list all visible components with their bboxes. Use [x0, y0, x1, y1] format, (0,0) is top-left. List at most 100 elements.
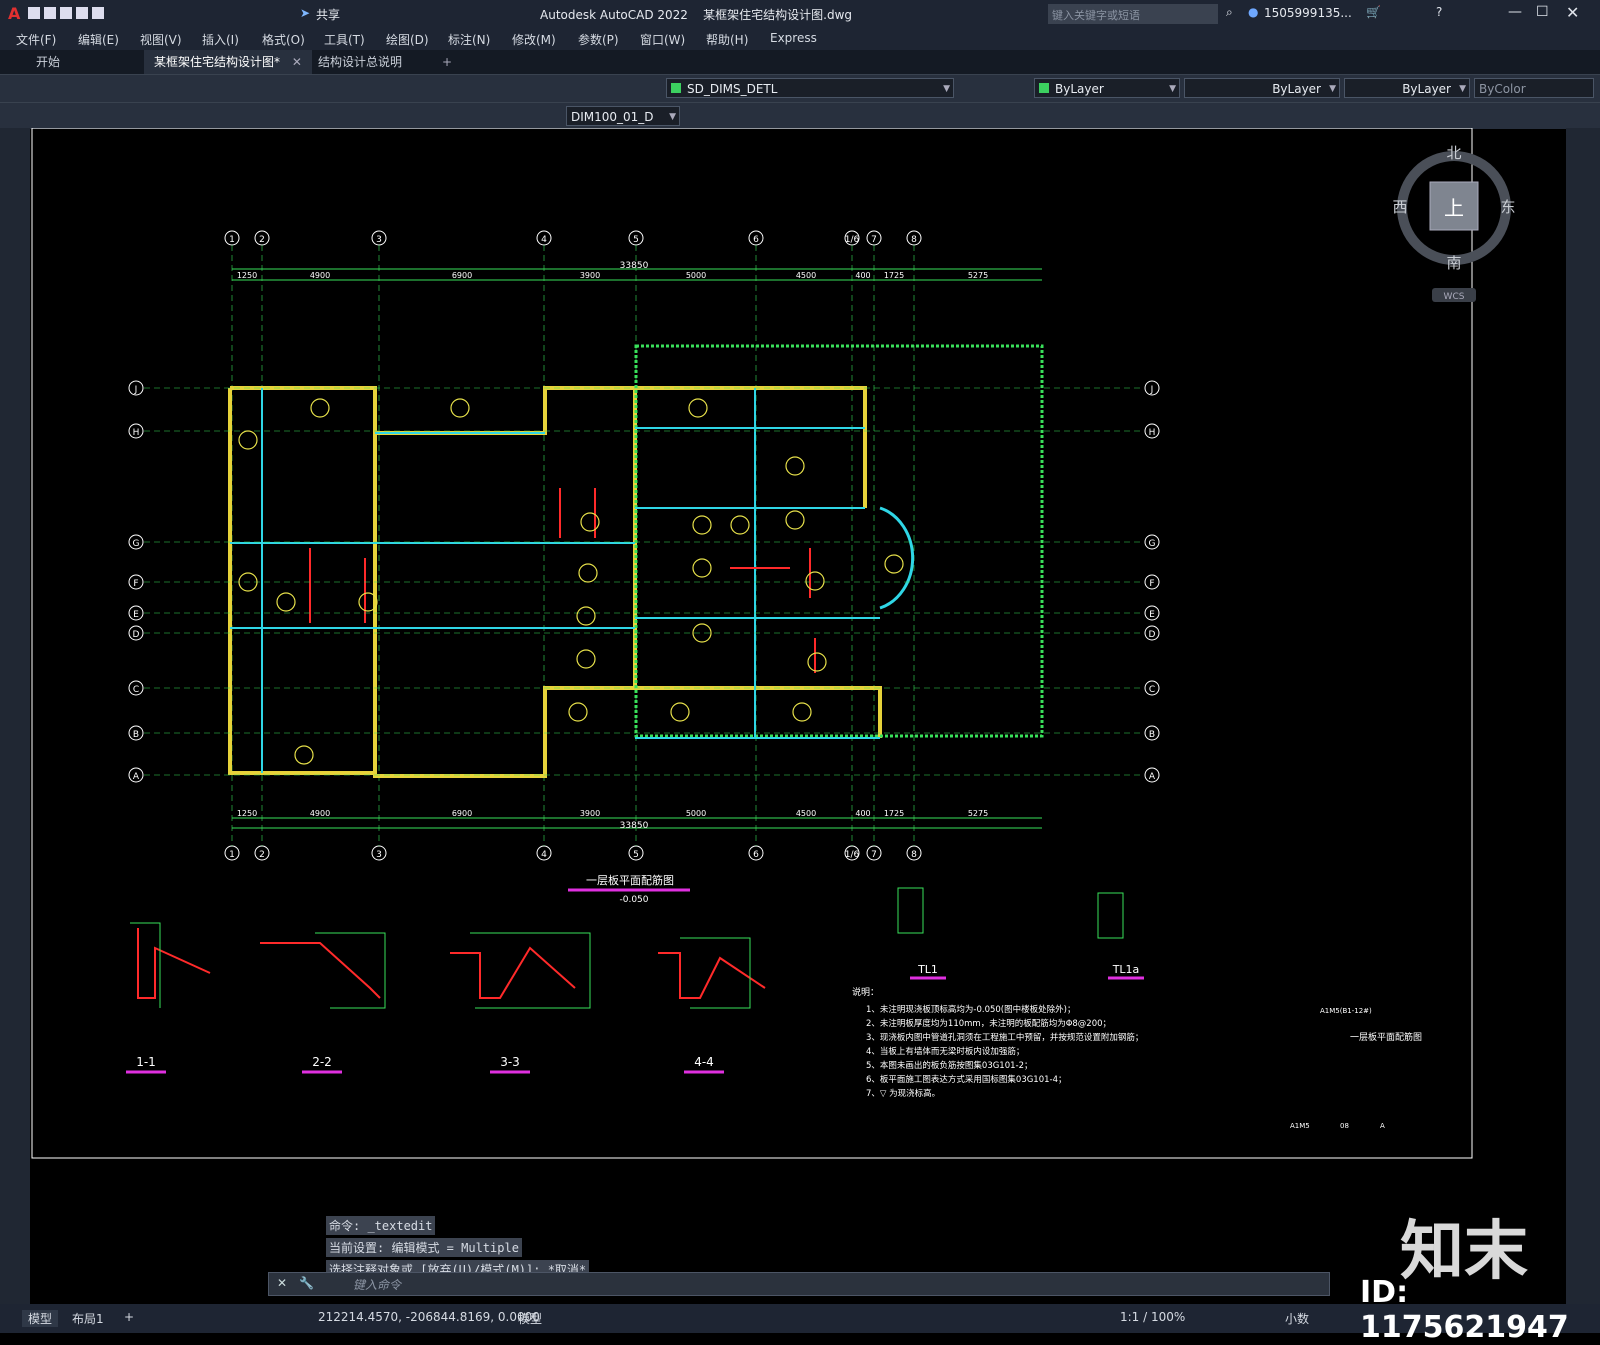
grid-label: J: [1150, 385, 1154, 395]
chevron-down-icon: ▼: [943, 84, 950, 94]
dimstyle-dropdown[interactable]: DIM100_01_D ▼: [566, 106, 680, 126]
grid-label: E: [1149, 610, 1155, 620]
grid-label: C: [133, 685, 139, 695]
close-icon[interactable]: ✕: [277, 1276, 287, 1290]
grid-label: 3: [376, 850, 382, 860]
linetype-value: ByLayer: [1272, 82, 1321, 96]
note-line: 4、当板上有墙体而无梁时板内设加强筋；: [866, 1046, 1024, 1057]
menu-file[interactable]: 文件(F): [16, 31, 56, 48]
section-drawings: [137, 928, 766, 999]
dimension-text: 4900: [310, 271, 330, 280]
tab-model[interactable]: 模型: [22, 1310, 59, 1327]
open-icon[interactable]: [44, 7, 56, 19]
note-line: 1、未注明现浇板顶标高均为-0.050(图中楼板处除外)；: [866, 1004, 1075, 1015]
maximize-icon[interactable]: ☐: [1536, 4, 1549, 20]
tab-label: 某框架住宅结构设计图*: [154, 55, 281, 69]
menu-dimension[interactable]: 标注(N): [448, 31, 490, 48]
dimension-text: 5000: [686, 809, 706, 818]
saveas-icon[interactable]: [76, 7, 88, 19]
dimension-text: 1725: [884, 809, 904, 818]
user-name[interactable]: 1505999135...: [1264, 6, 1352, 20]
model-space-button[interactable]: 模型: [518, 1310, 542, 1327]
sheet-border: [31, 128, 1473, 1159]
color-dropdown[interactable]: ByLayer ▼: [1034, 78, 1180, 98]
menu-draw[interactable]: 绘图(D): [386, 31, 429, 48]
menu-edit[interactable]: 编辑(E): [78, 31, 119, 48]
annotation-scale[interactable]: 1:1 / 100%: [1120, 1310, 1185, 1324]
beam-label: TL1a: [1112, 963, 1140, 976]
layer-dropdown[interactable]: SD_DIMS_DETL ▼: [666, 78, 954, 98]
dimension-text: 6900: [452, 271, 472, 280]
minimize-icon[interactable]: —: [1508, 4, 1522, 20]
grid-label: A: [1149, 772, 1156, 782]
overall-dimension-top: 33850: [620, 261, 649, 271]
user-icon[interactable]: ●: [1248, 5, 1258, 19]
grid-label: D: [1149, 630, 1156, 640]
command-line-2: 当前设置: 编辑模式 = Multiple: [326, 1238, 522, 1257]
tab-structure-drawing[interactable]: 某框架住宅结构设计图* ✕: [144, 50, 312, 74]
viewcube-west: 西: [1392, 198, 1407, 216]
menu-help[interactable]: 帮助(H): [706, 31, 748, 48]
title-block-3: 08: [1340, 1122, 1349, 1130]
beams: [230, 388, 880, 773]
dimension-text: 4900: [310, 809, 330, 818]
linetype-dropdown[interactable]: ByLayer ▼: [1184, 78, 1340, 98]
close-icon[interactable]: ✕: [1566, 3, 1579, 22]
drawing-canvas[interactable]: 1 1 2 2 3 3 4 4 5 5 6 6 1/6 1/6 7 7 8 8 1250 1250 4900 4900 6…: [30, 128, 1566, 1304]
standard-toolbar: SD_DIMS_DETL ▼ ByLayer ▼ ByLayer ▼ ByLay…: [0, 74, 1600, 103]
dimension-text: 5275: [968, 271, 988, 280]
grid-label: 6: [753, 850, 759, 860]
design-notes: 1、未注明现浇板顶标高均为-0.050(图中楼板处除外)； 2、未注明板厚度均为1…: [866, 1004, 1143, 1099]
close-tab-icon[interactable]: ✕: [292, 55, 302, 69]
add-layout-icon[interactable]: +: [124, 1310, 134, 1324]
cart-icon[interactable]: 🛒: [1366, 5, 1381, 19]
section-label: 3-3: [500, 1055, 520, 1069]
save-icon[interactable]: [60, 7, 72, 19]
tab-start[interactable]: 开始: [26, 50, 70, 74]
menu-modify[interactable]: 修改(M): [512, 31, 556, 48]
dimension-text: 1725: [884, 271, 904, 280]
grid-label: 4: [541, 235, 547, 245]
lineweight-dropdown[interactable]: ByLayer ▼: [1344, 78, 1470, 98]
tab-design-notes[interactable]: 结构设计总说明: [308, 50, 412, 74]
viewcube-top: 上: [1444, 196, 1464, 220]
menu-insert[interactable]: 插入(I): [202, 31, 239, 48]
units-button[interactable]: 小数: [1285, 1310, 1309, 1327]
bay-window-arc: [879, 506, 915, 610]
search-input[interactable]: 键入关键字或短语: [1048, 4, 1218, 24]
plotstyle-dropdown[interactable]: ByColor: [1474, 78, 1594, 98]
help-icon[interactable]: ?: [1436, 5, 1442, 19]
grid-label: 4: [541, 850, 547, 860]
window-title: Autodesk AutoCAD 2022 某框架住宅结构设计图.dwg: [540, 8, 853, 22]
dimension-text: 3900: [580, 271, 600, 280]
command-input[interactable]: ✕ 🔧 键入命令: [268, 1272, 1330, 1296]
share-button[interactable]: 共享: [316, 6, 340, 23]
chevron-down-icon: ▼: [1169, 84, 1176, 94]
new-icon[interactable]: [28, 7, 40, 19]
grid-label: E: [133, 610, 139, 620]
wrench-icon[interactable]: 🔧: [299, 1276, 314, 1290]
viewcube[interactable]: 上 北 南 东 西 WCS: [1392, 144, 1516, 302]
title-block-1: A1M5(B1-12#): [1320, 1007, 1372, 1015]
plan-level: -0.050: [619, 895, 648, 905]
menu-parametric[interactable]: 参数(P): [578, 31, 619, 48]
grid-label: 8: [911, 850, 917, 860]
dimension-text: 3900: [580, 809, 600, 818]
tab-layout1[interactable]: 布局1: [72, 1310, 104, 1327]
modify-toolbar: [1566, 128, 1600, 1304]
new-tab-icon[interactable]: +: [432, 50, 462, 74]
layer-color-swatch: [671, 83, 681, 93]
autocad-logo-icon[interactable]: A: [8, 4, 20, 23]
note-line: 6、板平面施工图表达方式采用国标图集03G101-4；: [866, 1074, 1067, 1085]
menu-express[interactable]: Express: [770, 31, 817, 45]
color-swatch: [1039, 83, 1049, 93]
share-icon[interactable]: ➤: [300, 6, 310, 20]
grid-label: A: [133, 772, 140, 782]
plot-icon[interactable]: [92, 7, 104, 19]
menu-view[interactable]: 视图(V): [140, 31, 182, 48]
menu-tools[interactable]: 工具(T): [324, 31, 365, 48]
search-icon[interactable]: ⌕: [1226, 5, 1233, 20]
menu-window[interactable]: 窗口(W): [640, 31, 685, 48]
grid-label: 2: [259, 235, 265, 245]
menu-format[interactable]: 格式(O): [262, 31, 305, 48]
